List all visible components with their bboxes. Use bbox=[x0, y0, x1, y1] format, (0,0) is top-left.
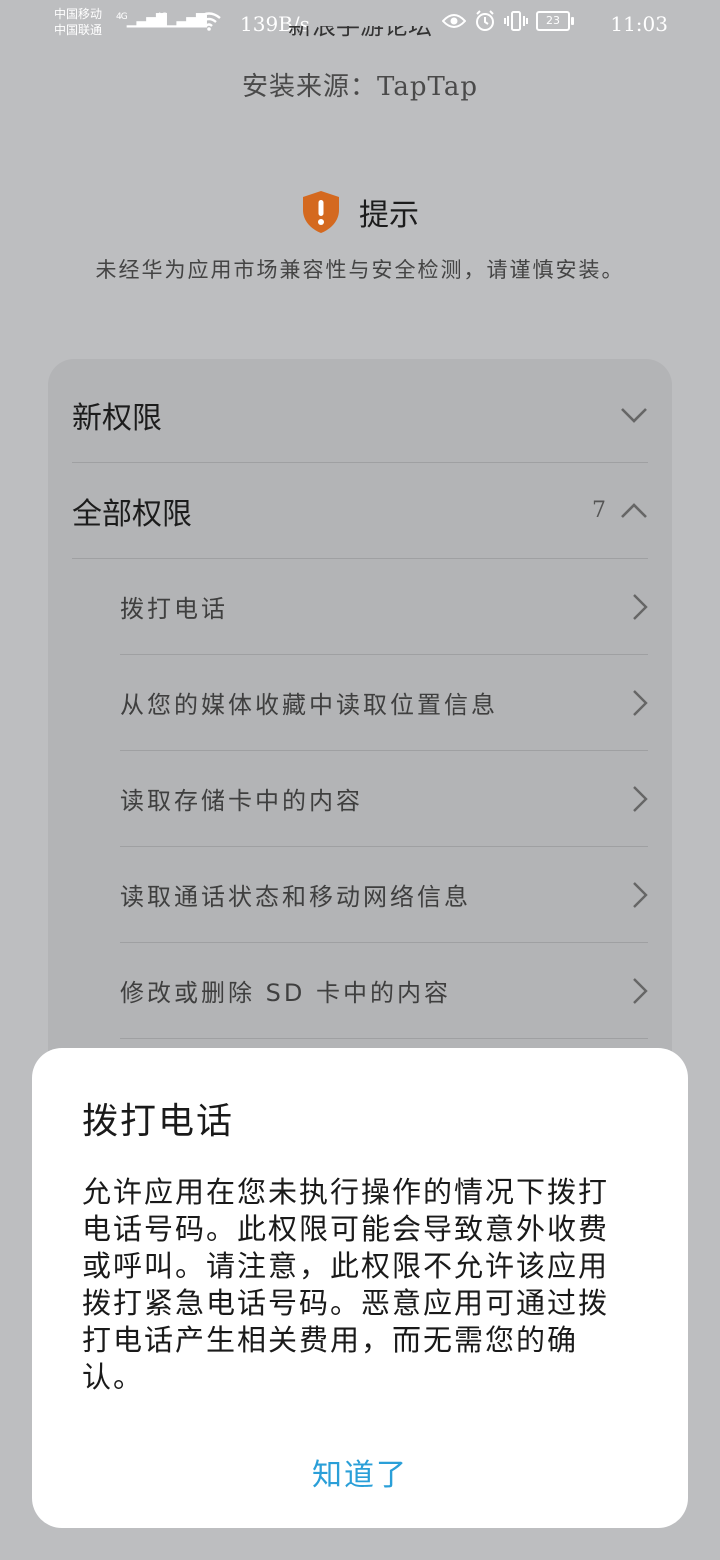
permission-item-label: 读取存储卡中的内容 bbox=[120, 787, 363, 815]
permissions-count: 7 bbox=[592, 498, 606, 523]
tip-header: 提示 bbox=[0, 190, 720, 234]
dialog-body: 允许应用在您未执行操作的情况下拨打电话号码。此权限可能会导致意外收费或呼叫。请注… bbox=[82, 1175, 610, 1394]
all-permissions-label: 全部权限 bbox=[72, 496, 192, 532]
shield-warning-icon bbox=[303, 191, 339, 233]
permission-detail-dialog: 拨打电话 允许应用在您未执行操作的情况下拨打电话号码。此权限可能会导致意外收费或… bbox=[32, 1048, 688, 1528]
app-title-text: 新浪手游论坛 bbox=[288, 26, 432, 40]
all-permissions-row[interactable]: 全部权限 7 bbox=[72, 463, 648, 559]
permission-item-label: 修改或删除 SD 卡中的内容 bbox=[120, 979, 451, 1007]
chevron-right-icon bbox=[633, 881, 648, 908]
install-source: 安装来源：TapTap bbox=[242, 72, 478, 102]
permissions-card: 新权限 全部权限 7 拨打电话 从您的媒体收藏中读取位置信息 读取存储卡中的内容… bbox=[48, 359, 672, 1119]
new-permissions-row[interactable]: 新权限 bbox=[72, 367, 648, 463]
app-title: 新浪手游论坛 bbox=[0, 26, 720, 48]
permission-item[interactable]: 读取存储卡中的内容 bbox=[120, 751, 648, 847]
chevron-up-icon bbox=[621, 502, 647, 518]
tip-title: 提示 bbox=[359, 198, 419, 233]
chevron-right-icon bbox=[633, 785, 648, 812]
chevron-right-icon bbox=[633, 977, 648, 1004]
permission-item[interactable]: 修改或删除 SD 卡中的内容 bbox=[120, 943, 648, 1039]
new-permissions-label: 新权限 bbox=[72, 400, 162, 436]
signal-2-label: 4G bbox=[156, 12, 168, 22]
tip-text: 未经华为应用市场兼容性与安全检测，请谨慎安装。 bbox=[95, 258, 625, 282]
chevron-right-icon bbox=[633, 593, 648, 620]
signal-1-label: 4G bbox=[116, 12, 128, 22]
permission-item[interactable]: 读取通话状态和移动网络信息 bbox=[120, 847, 648, 943]
carrier-1: 中国移动 bbox=[54, 7, 103, 21]
permission-item-label: 读取通话状态和移动网络信息 bbox=[120, 883, 471, 911]
permission-item-label: 从您的媒体收藏中读取位置信息 bbox=[120, 691, 498, 719]
chevron-down-icon bbox=[621, 407, 647, 423]
got-it-button[interactable]: 知道了 bbox=[260, 1454, 460, 1498]
permission-item[interactable]: 拨打电话 bbox=[120, 559, 648, 655]
chevron-right-icon bbox=[633, 689, 648, 716]
dialog-title: 拨打电话 bbox=[82, 1101, 235, 1142]
permission-item-label: 拨打电话 bbox=[120, 595, 228, 623]
permission-item[interactable]: 从您的媒体收藏中读取位置信息 bbox=[120, 655, 648, 751]
